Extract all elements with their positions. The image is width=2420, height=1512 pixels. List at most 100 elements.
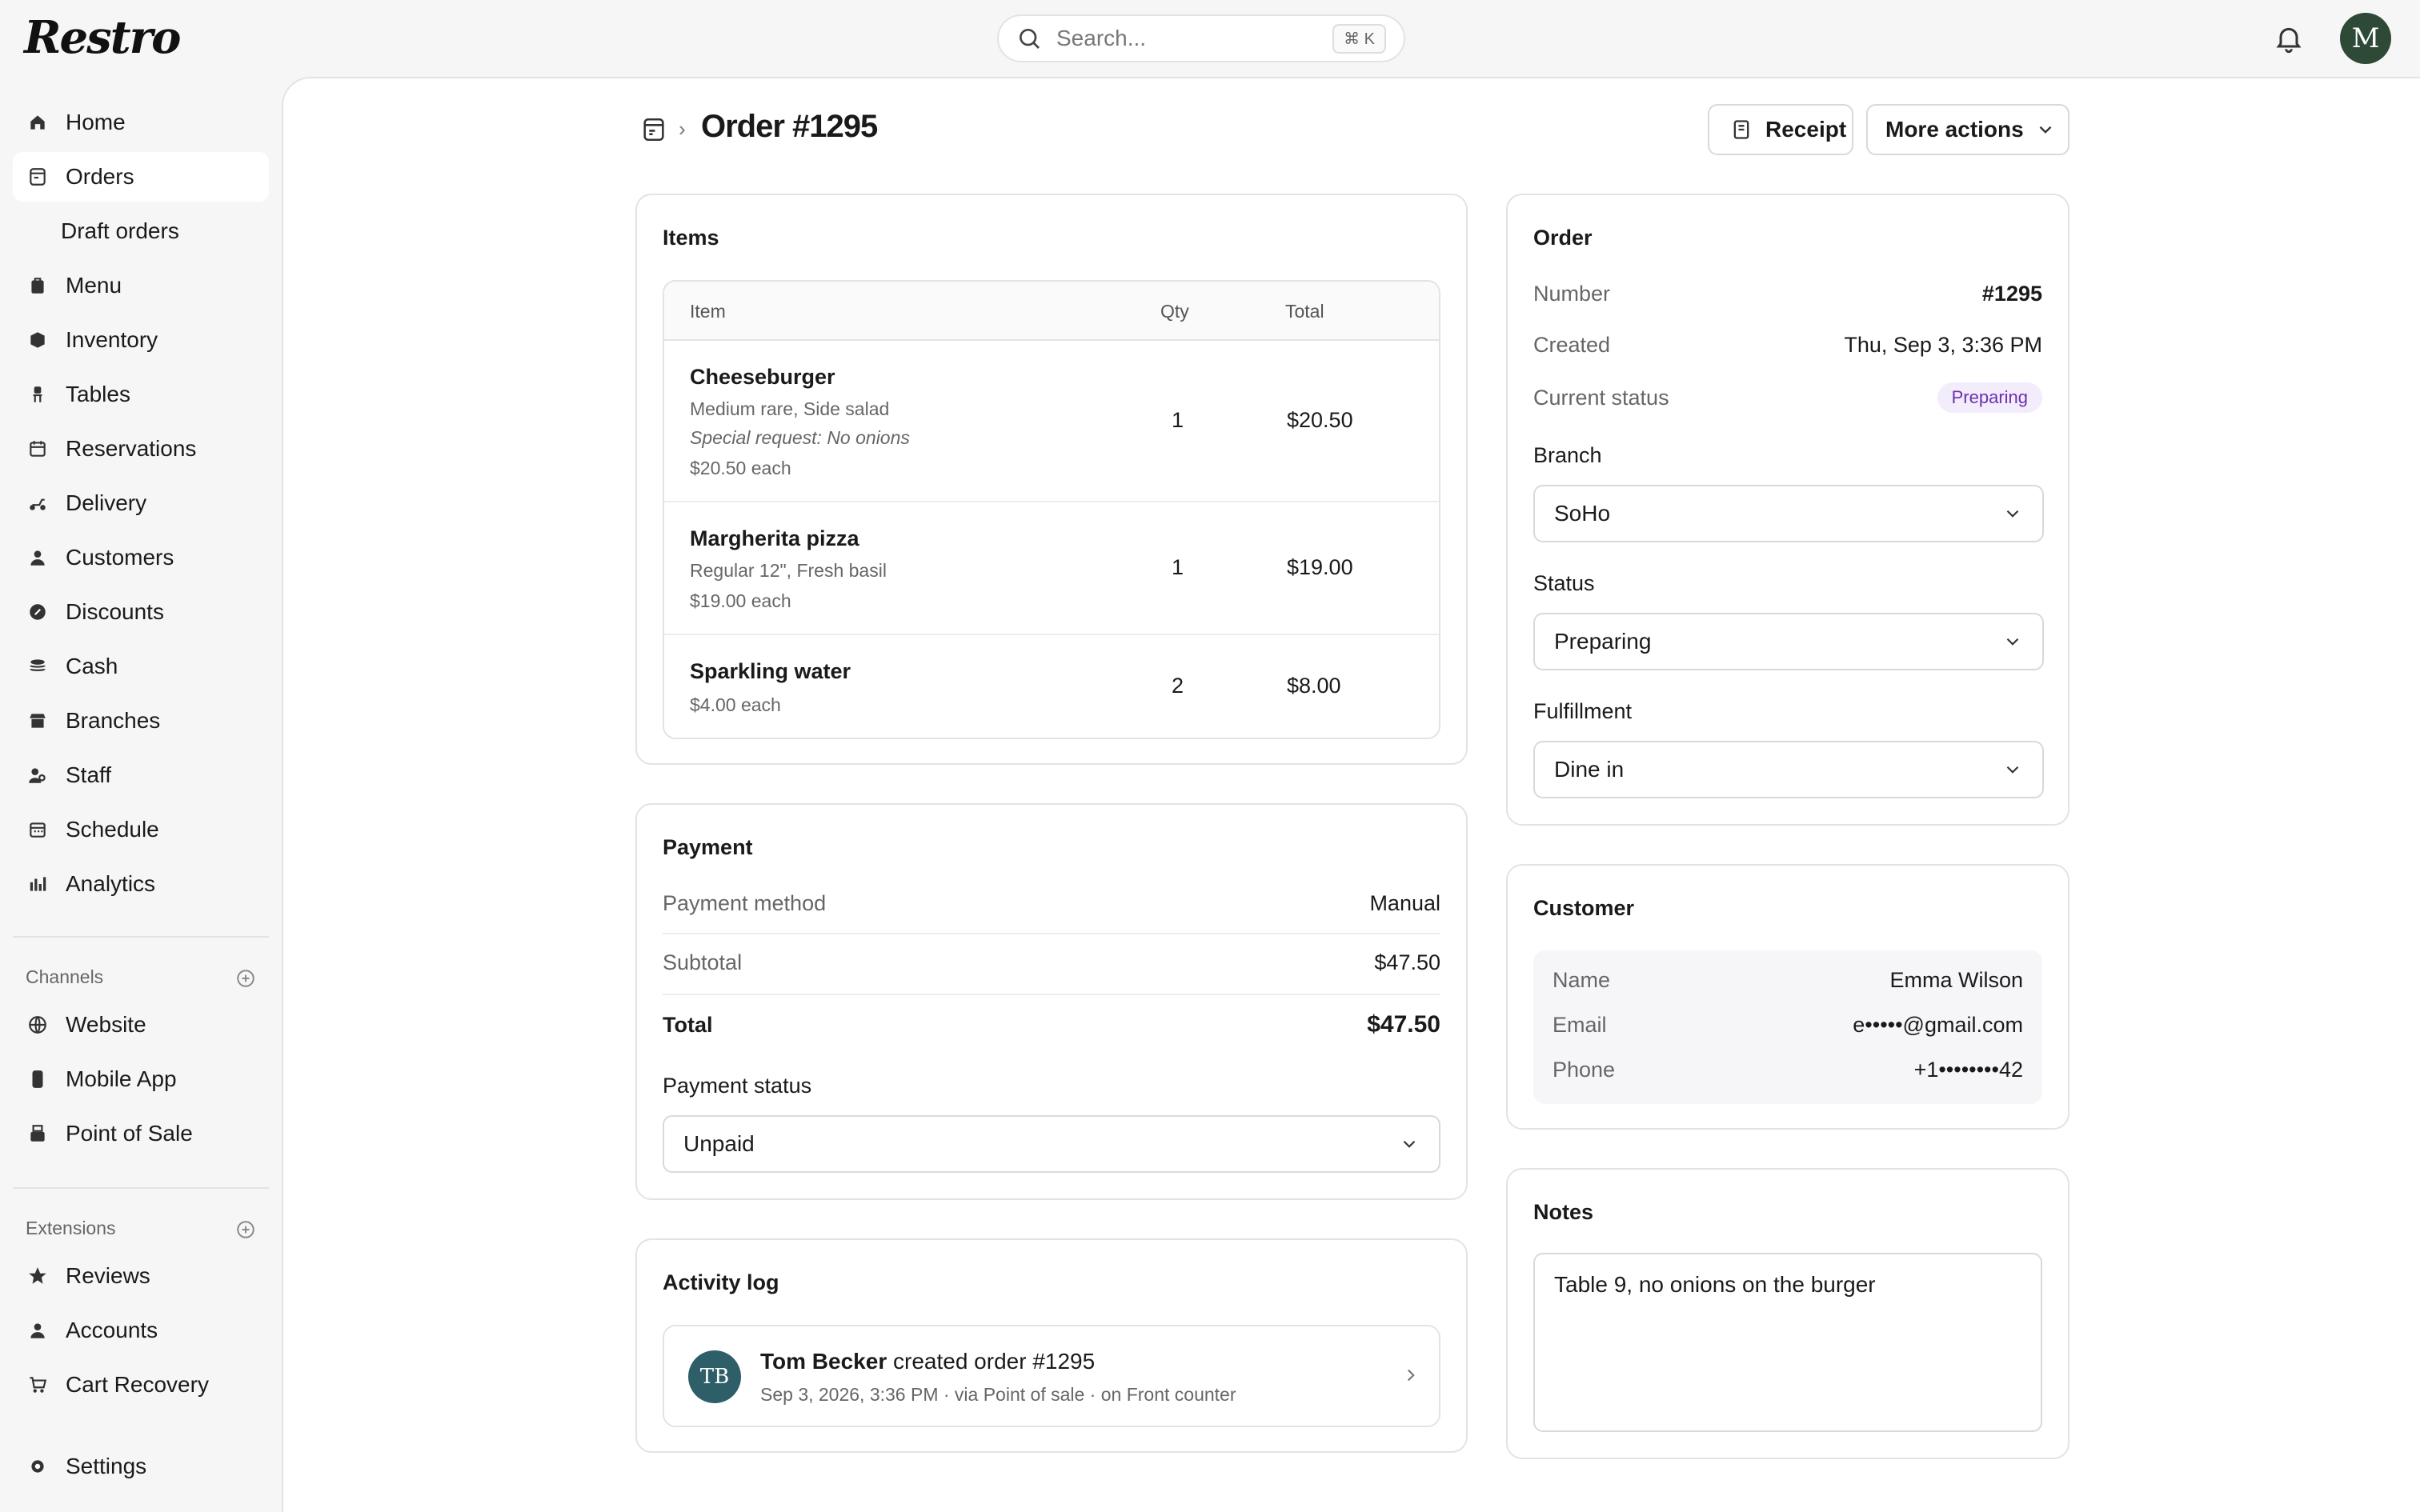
item-unit-price: $20.50 each (690, 458, 791, 478)
item-qty: 1 (1172, 555, 1184, 579)
channel-section-title: Channels (26, 966, 104, 987)
table-row[interactable]: Margherita pizza Regular 12", Fresh basi… (664, 502, 1439, 635)
customer-email-label: Email (1553, 1013, 1607, 1037)
column-total: Total (1285, 301, 1324, 322)
sidebar-item-label: Staff (66, 762, 112, 787)
item-total: $8.00 (1287, 674, 1341, 698)
sidebar-item-label: Cart Recovery (66, 1372, 209, 1397)
sidebar-item-customers[interactable]: Customers (13, 533, 269, 582)
activity-entry[interactable]: TB Tom Becker created order #1295 Sep 3,… (663, 1325, 1440, 1427)
sidebar-item-label: Settings (66, 1454, 147, 1478)
top-bar: Restro Search... ⌘ K M (0, 0, 2420, 77)
home-icon (27, 112, 48, 133)
breadcrumb-separator: › (679, 117, 686, 141)
search-input[interactable]: Search... ⌘ K (997, 14, 1405, 62)
sidebar-item-label: Website (66, 1012, 146, 1037)
sidebar-item-staff[interactable]: Staff (13, 750, 269, 800)
divider (663, 994, 1440, 995)
sidebar-item-inventory[interactable]: Inventory (13, 315, 269, 365)
sidebar-item-website[interactable]: Website (13, 1000, 269, 1050)
chevron-down-icon (2006, 638, 2019, 646)
sidebar-item-cash[interactable]: Cash (13, 642, 269, 691)
sidebar-item-label: Discounts (66, 599, 164, 624)
column-qty: Qty (1160, 301, 1189, 322)
divider (663, 933, 1440, 934)
sidebar-item-schedule[interactable]: Schedule (13, 805, 269, 854)
user-avatar[interactable]: M (2340, 13, 2391, 64)
payment-status-value: Unpaid (683, 1131, 755, 1156)
store-icon (27, 710, 48, 731)
order-card-title: Order (1533, 226, 1593, 250)
created-label: Created (1533, 333, 1611, 357)
customer-details: Name Emma Wilson Email e•••••@gmail.com … (1533, 950, 2042, 1104)
subtotal-label: Subtotal (663, 950, 743, 974)
sidebar-item-draft-orders[interactable]: Draft orders (13, 206, 269, 256)
analytics-icon (27, 874, 48, 894)
add-channel-icon[interactable] (235, 968, 256, 989)
sidebar-item-reservations[interactable]: Reservations (13, 424, 269, 474)
sidebar-item-cart-recovery[interactable]: Cart Recovery (13, 1360, 269, 1410)
menu-icon (27, 275, 48, 296)
sidebar-item-home[interactable]: Home (13, 98, 269, 147)
chevron-down-icon (2006, 766, 2019, 774)
staff-icon (27, 765, 48, 786)
item-options: Regular 12", Fresh basil (690, 560, 887, 581)
status-select[interactable]: Preparing (1533, 613, 2044, 670)
orders-icon (27, 166, 48, 187)
table-row[interactable]: Sparkling water $4.00 each 2 $8.00 (664, 635, 1439, 738)
status-badge: Preparing (1937, 382, 2042, 413)
add-extension-icon[interactable] (235, 1219, 256, 1240)
more-actions-button[interactable]: More actions (1866, 104, 2069, 155)
customer-name-value[interactable]: Emma Wilson (1889, 968, 2023, 993)
customer-card-title: Customer (1533, 896, 1635, 920)
fulfillment-label: Fulfillment (1533, 699, 1633, 723)
item-name: Sparkling water (690, 659, 851, 683)
branch-value: SoHo (1554, 501, 1611, 526)
receipt-label: Receipt (1765, 117, 1847, 142)
fulfillment-select[interactable]: Dine in (1533, 741, 2044, 798)
sidebar-item-label: Reviews (66, 1263, 150, 1288)
table-row[interactable]: Cheeseburger Medium rare, Side salad Spe… (664, 341, 1439, 502)
payment-method-label: Payment method (663, 891, 827, 915)
person-icon (27, 547, 48, 568)
item-options: Medium rare, Side salad (690, 398, 890, 419)
pos-icon (27, 1123, 48, 1144)
search-icon (1020, 29, 1040, 49)
notes-textarea[interactable]: Table 9, no onions on the burger (1533, 1253, 2042, 1432)
sidebar-item-label: Customers (66, 545, 174, 570)
customer-card: Customer Name Emma Wilson Email e•••••@g… (1506, 864, 2069, 1130)
payment-status-select[interactable]: Unpaid (663, 1115, 1440, 1173)
orders-icon[interactable] (640, 115, 667, 144)
sidebar-item-reviews[interactable]: Reviews (13, 1251, 269, 1301)
sidebar-item-label: Menu (66, 273, 122, 298)
more-actions-label: More actions (1885, 117, 2024, 142)
customer-phone-value[interactable]: +1••••••••42 (1914, 1058, 2023, 1082)
sidebar-item-point-of-sale[interactable]: Point of Sale (13, 1109, 269, 1158)
app-logo[interactable]: Restro (24, 11, 181, 64)
activity-avatar: TB (688, 1350, 741, 1403)
sidebar-item-label: Orders (66, 164, 134, 189)
discount-icon (27, 602, 48, 622)
sidebar-item-delivery[interactable]: Delivery (13, 478, 269, 528)
activity-log-title: Activity log (663, 1270, 779, 1294)
sidebar-item-discounts[interactable]: Discounts (13, 587, 269, 637)
sidebar-item-branches[interactable]: Branches (13, 696, 269, 746)
sidebar-item-orders[interactable]: Orders (13, 152, 269, 202)
branch-select[interactable]: SoHo (1533, 485, 2044, 542)
item-unit-price: $19.00 each (690, 590, 791, 611)
sidebar-item-mobile-app[interactable]: Mobile App (13, 1054, 269, 1104)
customer-email-value[interactable]: e•••••@gmail.com (1853, 1013, 2023, 1038)
order-number-value: #1295 (1981, 282, 2042, 306)
sidebar-item-tables[interactable]: Tables (13, 370, 269, 419)
sidebar-item-analytics[interactable]: Analytics (13, 859, 269, 909)
chevron-right-icon (1407, 1369, 1415, 1382)
bell-icon[interactable] (2273, 22, 2305, 54)
search-placeholder: Search... (1056, 26, 1147, 50)
item-name: Margherita pizza (690, 526, 859, 550)
sidebar-item-menu[interactable]: Menu (13, 261, 269, 310)
sidebar-item-settings[interactable]: Settings (13, 1442, 269, 1491)
divider (13, 936, 269, 938)
notes-card: Notes Table 9, no onions on the burger (1506, 1168, 2069, 1459)
receipt-button[interactable]: Receipt (1708, 104, 1853, 155)
sidebar-item-accounts[interactable]: Accounts (13, 1306, 269, 1355)
